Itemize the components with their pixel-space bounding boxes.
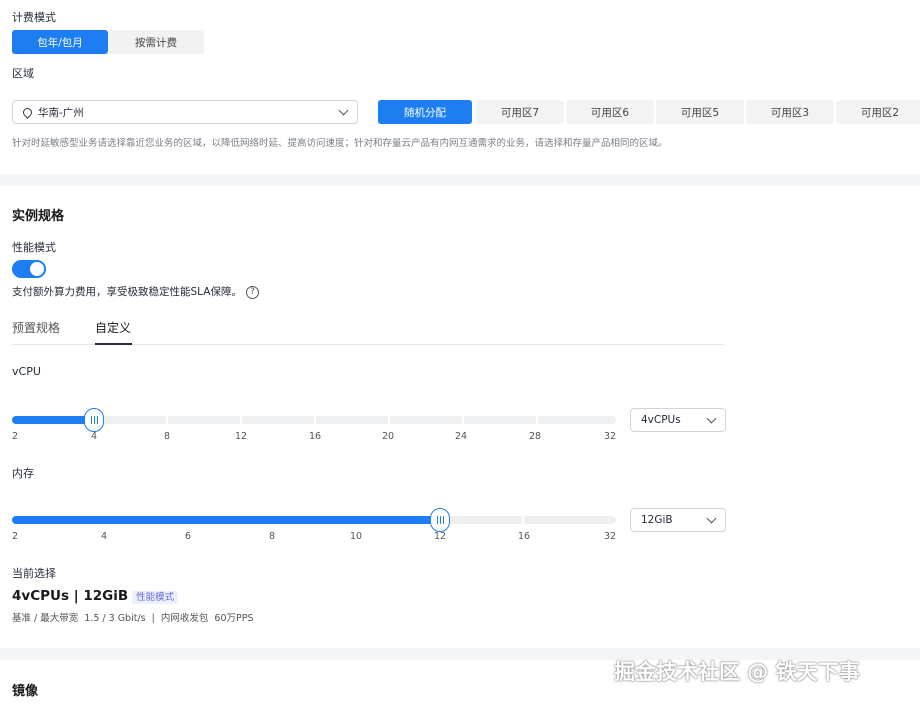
- region-hint: 针对时延敏感型业务请选择靠近您业务的区域，以降低网络时延、提高访问速度；针对和存…: [12, 138, 668, 149]
- location-pin-icon: [21, 105, 34, 119]
- memory-select[interactable]: 12GiB: [630, 508, 726, 532]
- memory-tick: 6: [184, 531, 192, 542]
- perf-mode-desc-row: 支付额外算力费用，享受极致稳定性能SLA保障。?: [12, 284, 259, 299]
- memory-slider-thumb[interactable]: [430, 508, 450, 532]
- memory-tick: 4: [100, 531, 108, 542]
- vcpu-track-gap: [462, 416, 464, 424]
- vcpu-tick: 24: [454, 431, 468, 442]
- vcpu-tick: 4: [90, 431, 98, 442]
- vcpu-label: vCPU: [12, 365, 41, 378]
- memory-tick: 32: [603, 531, 617, 542]
- vcpu-track-gap: [314, 416, 316, 424]
- region-label: 区域: [12, 67, 34, 80]
- vcpu-track-gap: [166, 416, 168, 424]
- memory-label: 内存: [12, 467, 34, 480]
- current-selection-label: 当前选择: [12, 567, 56, 580]
- az-option-7[interactable]: 可用区7: [476, 100, 564, 124]
- grip-line: [439, 516, 441, 524]
- grip-line: [442, 516, 444, 524]
- vcpu-tick: 20: [381, 431, 395, 442]
- vcpu-tick: 8: [163, 431, 171, 442]
- chevron-down-icon: [338, 105, 349, 116]
- az-option-2[interactable]: 可用区2: [836, 100, 920, 124]
- az-option-6[interactable]: 可用区6: [566, 100, 654, 124]
- memory-tick: 16: [517, 531, 531, 542]
- vcpu-track-gap: [388, 416, 390, 424]
- vcpu-tick: 32: [603, 431, 617, 442]
- az-option-5[interactable]: 可用区5: [656, 100, 744, 124]
- region-select[interactable]: 华南-广州: [12, 100, 358, 124]
- billing-mode-switch: 包年/包月 按需计费: [12, 30, 204, 54]
- vcpu-tick: 12: [234, 431, 248, 442]
- grip-line: [96, 416, 98, 424]
- vcpu-track-gap: [240, 416, 242, 424]
- memory-tick: 10: [349, 531, 363, 542]
- chevron-down-icon: [706, 413, 717, 424]
- memory-tick: 12: [433, 531, 447, 542]
- grip-line: [93, 416, 95, 424]
- billing-option-yearly[interactable]: 包年/包月: [12, 30, 108, 54]
- image-section-title: 镜像: [12, 684, 39, 699]
- vcpu-slider-thumb[interactable]: [84, 408, 104, 432]
- current-selection-detail: 基准 / 最大带宽 1.5 / 3 Gbit/s | 内网收发包 60万PPS: [12, 613, 254, 624]
- tab-preset-spec[interactable]: 预置规格: [12, 319, 60, 336]
- current-selection-summary-row: 4vCPUs | 12GiB 性能模式: [12, 585, 179, 604]
- grip-line: [436, 516, 438, 524]
- perf-mode-badge: 性能模式: [132, 590, 179, 604]
- vcpu-track-gap: [536, 416, 538, 424]
- memory-tick: 8: [268, 531, 276, 542]
- vcpu-tick: 28: [528, 431, 542, 442]
- billing-option-on-demand[interactable]: 按需计费: [108, 30, 204, 54]
- watermark: 掘金技术社区 @ 铁天下事: [614, 660, 860, 684]
- tab-custom[interactable]: 自定义: [95, 319, 131, 336]
- vcpu-tick: 16: [308, 431, 322, 442]
- vcpu-tick: 2: [11, 431, 19, 442]
- memory-value: 12GiB: [641, 514, 673, 526]
- memory-tick: 2: [11, 531, 19, 542]
- az-option-random[interactable]: 随机分配: [378, 100, 472, 124]
- vcpu-value: 4vCPUs: [641, 414, 681, 426]
- spec-section-title: 实例规格: [12, 209, 65, 224]
- availability-zone-tabs: 随机分配 可用区7 可用区6 可用区5 可用区3 可用区2: [378, 100, 920, 124]
- perf-mode-toggle[interactable]: [12, 260, 46, 278]
- grip-line: [90, 416, 92, 424]
- az-option-3[interactable]: 可用区3: [746, 100, 834, 124]
- tab-active-underline: [95, 343, 132, 345]
- region-value: 华南-广州: [38, 106, 84, 119]
- memory-slider-fill: [12, 516, 440, 524]
- help-icon[interactable]: ?: [245, 285, 259, 299]
- toggle-knob: [30, 262, 44, 276]
- memory-track-gap: [522, 516, 524, 524]
- section-divider: [0, 174, 920, 186]
- billing-label: 计费模式: [12, 11, 56, 24]
- vcpu-select[interactable]: 4vCPUs: [630, 408, 726, 432]
- chevron-down-icon: [706, 513, 717, 524]
- perf-mode-label: 性能模式: [12, 241, 56, 254]
- current-selection-summary: 4vCPUs | 12GiB: [12, 588, 129, 604]
- perf-mode-desc: 支付额外算力费用，享受极致稳定性能SLA保障。: [12, 286, 242, 298]
